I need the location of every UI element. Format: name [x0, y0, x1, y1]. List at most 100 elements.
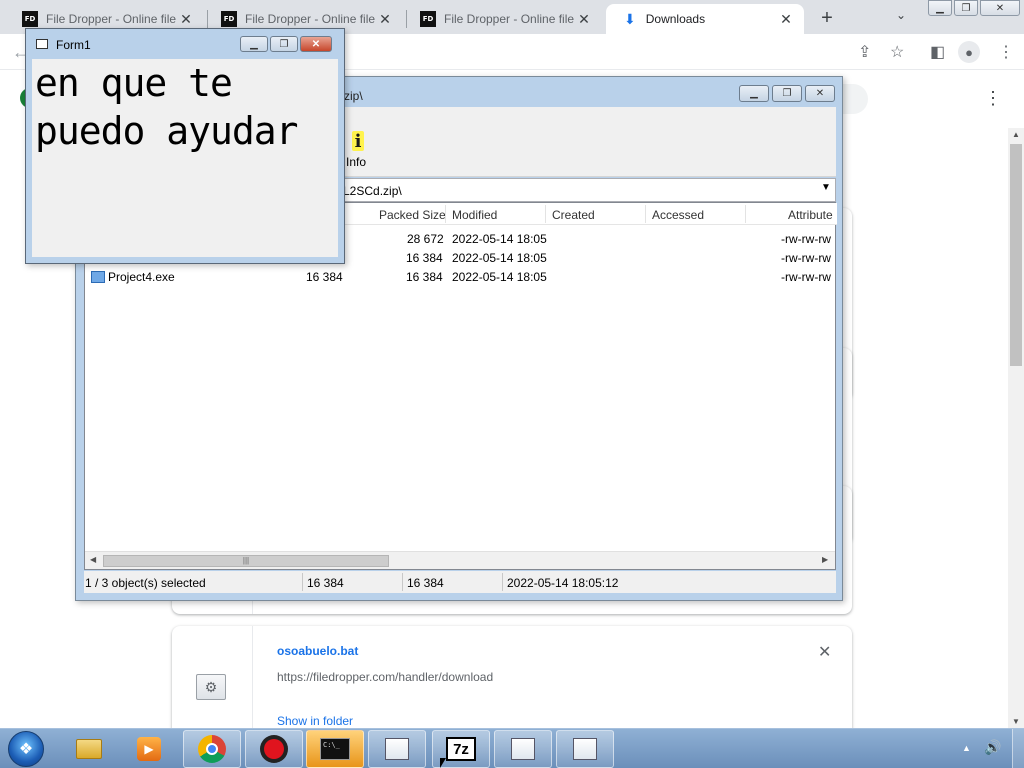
scroll-up-arrow-icon[interactable]: ▲ — [1012, 130, 1020, 139]
info-icon[interactable]: i — [352, 131, 364, 152]
dropdown-arrow-icon[interactable]: ▼ — [821, 182, 831, 193]
path-text: L2SCd.zip\ — [343, 184, 402, 198]
column-created[interactable]: Created — [552, 208, 595, 222]
minimize-button[interactable]: ▁ — [240, 36, 268, 52]
horizontal-scrollbar[interactable]: ◀ ||| ▶ — [85, 551, 835, 569]
taskbar-media-player[interactable]: ▶ — [120, 730, 178, 768]
more-actions-icon[interactable]: ⋮ — [984, 88, 1002, 109]
status-size: 16 384 — [307, 576, 344, 590]
file-dropper-favicon-icon: FD — [221, 11, 237, 27]
form1-window: Form1 ▁ ❐ ✕ en que te puedo ayudar — [25, 28, 345, 264]
window-title: Form1 — [56, 38, 91, 52]
column-packed-size[interactable]: Packed Size — [379, 208, 446, 222]
close-icon[interactable]: ✕ — [178, 11, 194, 27]
7zip-icon: 7z — [446, 737, 476, 761]
status-divider — [302, 573, 303, 591]
cell-name: Project4.exe — [108, 270, 175, 284]
window-controls: ▁ ❐ ✕ — [736, 85, 835, 102]
download-card-osoabuelo: ⚙ osoabuelo.bat https://filedropper.com/… — [172, 626, 852, 736]
table-row[interactable]: Project4.exe 16 384 16 384 2022-05-14 18… — [85, 268, 837, 286]
chrome-window-controls: ▁ ❐ ✕ — [928, 0, 1022, 16]
chrome-menu-icon[interactable]: ⋮ — [998, 42, 1014, 62]
form-app-icon — [36, 39, 48, 49]
cell-modified: 2022-05-14 18:05 — [452, 251, 547, 265]
status-divider — [402, 573, 403, 591]
download-source-url: https://filedropper.com/handler/download — [277, 670, 494, 684]
column-modified[interactable]: Modified — [452, 208, 497, 222]
maximize-button[interactable]: ❐ — [772, 85, 802, 102]
status-selection: 1 / 3 object(s) selected — [85, 576, 206, 590]
window-controls: ▁ ❐ ✕ — [238, 36, 332, 52]
form-label: en que te puedo ayudar — [35, 61, 299, 153]
cell-packed-size: 16 384 — [406, 270, 443, 284]
file-dropper-favicon-icon: FD — [22, 11, 38, 27]
tab-search-chevron-icon[interactable]: ⌄ — [896, 8, 906, 22]
tab-title: Downloads — [645, 12, 706, 26]
show-hidden-icons-icon[interactable]: ▲ — [962, 743, 971, 753]
restore-button[interactable]: ❐ — [954, 0, 978, 16]
tab-title: File Dropper - Online file — [245, 12, 376, 26]
executable-file-icon — [91, 271, 105, 283]
download-filename-link[interactable]: osoabuelo.bat — [277, 644, 358, 658]
status-bar: 1 / 3 object(s) selected 16 384 16 384 2… — [84, 571, 836, 593]
bookmark-star-icon[interactable]: ☆ — [890, 42, 904, 62]
close-button[interactable]: ✕ — [805, 85, 835, 102]
tab-title: File Dropper - Online file — [444, 12, 575, 26]
status-packed: 16 384 — [407, 576, 444, 590]
form-client-area: en que te puedo ayudar — [32, 59, 338, 257]
batch-file-icon: ⚙ — [196, 674, 226, 700]
side-panel-icon[interactable]: ◧ — [930, 42, 945, 62]
close-button[interactable]: ✕ — [300, 36, 332, 52]
cell-attributes: -rw-rw-rw — [781, 251, 831, 265]
explorer-icon — [76, 739, 102, 759]
scrollbar-thumb[interactable]: ||| — [103, 555, 389, 567]
scroll-left-arrow-icon[interactable]: ◀ — [90, 555, 96, 564]
column-divider — [445, 205, 446, 223]
close-icon[interactable]: ✕ — [377, 11, 393, 27]
profile-avatar-icon[interactable]: ● — [958, 41, 980, 63]
maximize-button[interactable]: ❐ — [270, 36, 298, 52]
recorder-icon — [260, 735, 288, 763]
column-accessed[interactable]: Accessed — [652, 208, 704, 222]
status-divider — [502, 573, 503, 591]
show-desktop-button[interactable] — [1012, 729, 1024, 768]
cell-size: 16 384 — [306, 270, 343, 284]
mouse-cursor-icon — [440, 758, 446, 768]
taskbar-window[interactable] — [494, 730, 552, 768]
taskbar-window[interactable] — [556, 730, 614, 768]
file-dropper-favicon-icon: FD — [420, 11, 436, 27]
tab-file-dropper-3[interactable]: FD File Dropper - Online file ✕ — [402, 4, 602, 34]
cmd-icon: C:\_ — [320, 738, 350, 760]
minimize-button[interactable]: ▁ — [928, 0, 952, 16]
window-icon — [573, 738, 597, 760]
column-attributes[interactable]: Attribute — [788, 208, 833, 222]
info-button-label[interactable]: Info — [346, 155, 366, 169]
show-in-folder-link[interactable]: Show in folder — [277, 714, 353, 728]
remove-download-icon[interactable]: ✕ — [818, 642, 831, 662]
taskbar-explorer[interactable] — [60, 730, 118, 768]
card-divider — [252, 626, 253, 736]
taskbar-chrome[interactable] — [183, 730, 241, 768]
taskbar-recorder[interactable] — [245, 730, 303, 768]
close-icon[interactable]: ✕ — [576, 11, 592, 27]
close-window-button[interactable]: ✕ — [980, 0, 1020, 16]
scroll-right-arrow-icon[interactable]: ▶ — [822, 555, 828, 564]
taskbar-window[interactable] — [368, 730, 426, 768]
cell-attributes: -rw-rw-rw — [781, 270, 831, 284]
scrollbar-thumb[interactable] — [1010, 144, 1022, 366]
start-button[interactable]: ❖ — [8, 731, 44, 767]
cell-packed-size: 28 672 — [407, 232, 444, 246]
tab-downloads[interactable]: ⬇ Downloads ✕ — [606, 4, 804, 34]
volume-icon[interactable]: 🔊 — [984, 739, 1001, 756]
chrome-icon — [198, 735, 226, 763]
page-scrollbar[interactable]: ▲ ▼ — [1008, 128, 1024, 728]
scroll-down-arrow-icon[interactable]: ▼ — [1012, 717, 1020, 726]
share-icon[interactable]: ⇪ — [858, 42, 871, 62]
download-icon: ⬇ — [624, 10, 636, 27]
cell-attributes: -rw-rw-rw — [781, 232, 831, 246]
new-tab-button[interactable]: + — [816, 7, 838, 29]
close-icon[interactable]: ✕ — [778, 11, 794, 27]
taskbar-cmd[interactable]: C:\_ — [306, 730, 364, 768]
minimize-button[interactable]: ▁ — [739, 85, 769, 102]
cell-modified: 2022-05-14 18:05 — [452, 270, 547, 284]
